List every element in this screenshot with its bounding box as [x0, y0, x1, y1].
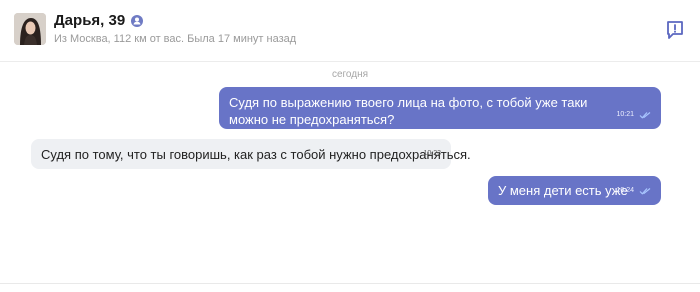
message-meta: 10:24 — [616, 182, 651, 199]
composer-divider — [0, 283, 700, 284]
message-time: 10:23 — [423, 150, 441, 157]
message-text: Судя по тому, что ты говоришь, как раз с… — [41, 147, 471, 162]
incoming-message[interactable]: Судя по тому, что ты говоришь, как раз с… — [31, 139, 471, 169]
read-checkmarks-icon — [639, 111, 651, 119]
user-photo-icon — [14, 13, 46, 45]
report-flag-icon[interactable] — [664, 19, 686, 41]
message-time: 10:21 — [616, 111, 634, 118]
contact-name[interactable]: Дарья, 39 — [54, 12, 125, 29]
avatar[interactable] — [14, 13, 46, 45]
message-text: У меня дети есть уже — [498, 183, 628, 198]
read-checkmarks-icon — [639, 187, 651, 195]
verified-user-icon — [131, 14, 144, 27]
date-separator: сегодня — [331, 69, 369, 80]
outgoing-message[interactable]: У меня дети есть уже 10:24 — [488, 176, 661, 205]
message-text: Судя по выражению твоего лица на фото, с… — [229, 95, 588, 127]
outgoing-message[interactable]: Судя по выражению твоего лица на фото, с… — [219, 87, 661, 129]
name-row: Дарья, 39 — [54, 12, 144, 29]
message-time: 10:24 — [616, 187, 634, 194]
contact-status: Из Москва, 112 км от вас. Была 17 минут … — [54, 33, 297, 45]
message-meta: 10:21 — [616, 106, 651, 123]
chat-header: Дарья, 39 Из Москва, 112 км от вас. Была… — [0, 0, 700, 62]
